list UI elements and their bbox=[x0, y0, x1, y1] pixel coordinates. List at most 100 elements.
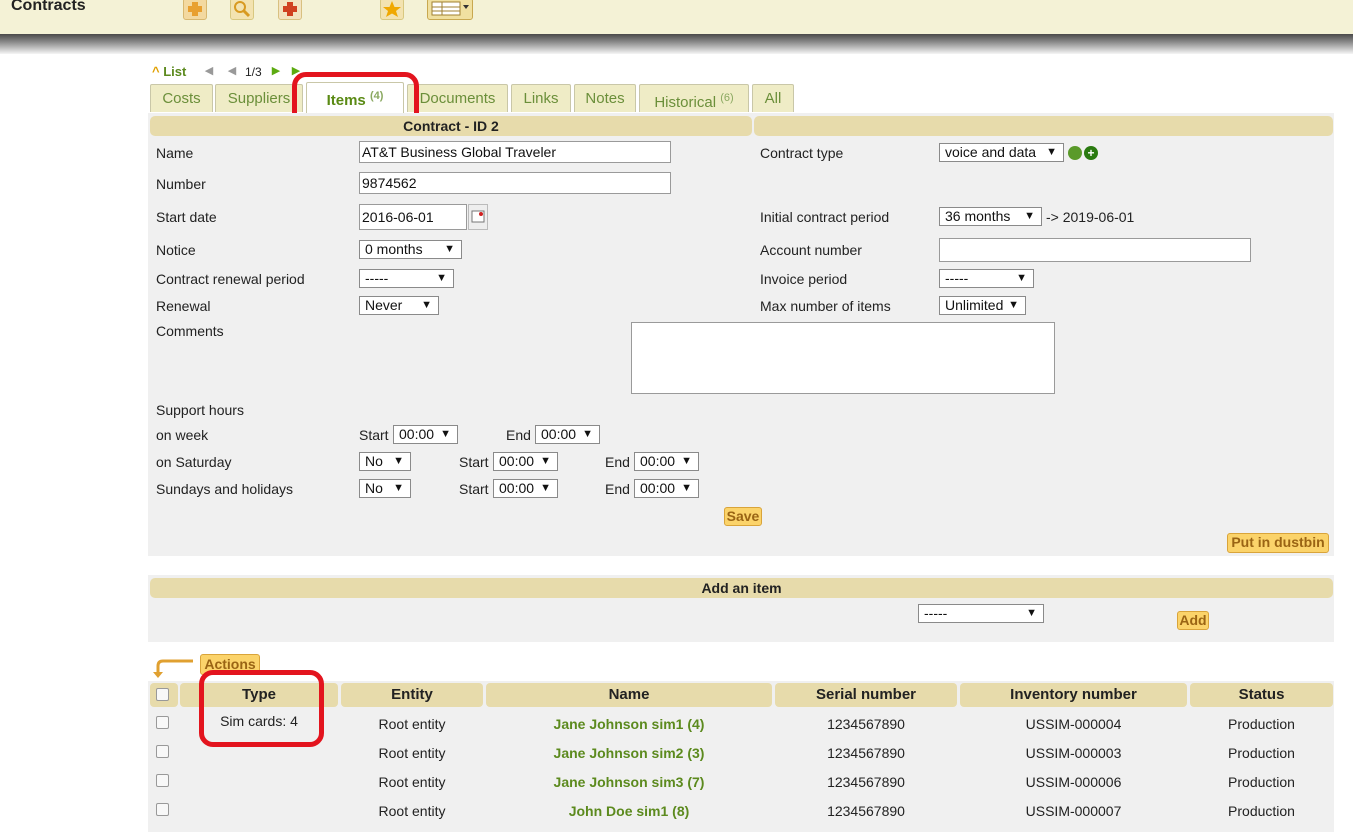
row-checkbox[interactable] bbox=[156, 745, 169, 758]
select-all-checkbox[interactable] bbox=[156, 688, 169, 701]
renewal-label: Renewal bbox=[156, 298, 211, 314]
item-name-link[interactable]: Jane Johnson sim2 (3) bbox=[486, 745, 772, 761]
status-cell: Production bbox=[1228, 745, 1295, 761]
inventory-cell: USSIM-000004 bbox=[1025, 716, 1122, 732]
tab-notes[interactable]: Notes bbox=[574, 84, 636, 112]
first-icon[interactable]: ◀ bbox=[203, 65, 215, 77]
status-cell: Production bbox=[1228, 774, 1295, 790]
save-button[interactable]: Save bbox=[724, 507, 762, 526]
number-label: Number bbox=[156, 176, 206, 192]
tab-historical[interactable]: Historical (6) bbox=[639, 84, 749, 112]
sunday-end-label: End bbox=[605, 481, 630, 497]
start-date-field[interactable]: 2016-06-01 bbox=[359, 204, 467, 230]
column-header-serial-number[interactable]: Serial number bbox=[775, 683, 957, 707]
renewal-select[interactable]: Never ▼ bbox=[359, 296, 439, 315]
serial-cell: 1234567890 bbox=[827, 803, 905, 819]
initial-period-select[interactable]: 36 months ▼ bbox=[939, 207, 1042, 226]
back-to-list[interactable]: ^ List bbox=[152, 64, 186, 79]
serial-cell: 1234567890 bbox=[827, 716, 905, 732]
entity-cell: Root entity bbox=[378, 716, 446, 732]
support-hours-label: Support hours bbox=[156, 402, 244, 418]
return-arrow-icon bbox=[153, 658, 195, 678]
next-icon[interactable]: ▶ bbox=[270, 65, 282, 77]
invoice-period-label: Invoice period bbox=[760, 271, 848, 287]
invoice-period-select[interactable]: ----- ▼ bbox=[939, 269, 1034, 288]
renewal-period-select[interactable]: ----- ▼ bbox=[359, 269, 454, 288]
saturday-start-select[interactable]: 00:00 ▼ bbox=[493, 452, 558, 471]
tab-documents[interactable]: Documents bbox=[407, 84, 508, 112]
column-header-name[interactable]: Name bbox=[486, 683, 772, 707]
notice-label: Notice bbox=[156, 242, 196, 258]
saturday-end-select[interactable]: 00:00 ▼ bbox=[634, 452, 699, 471]
tab-all[interactable]: All bbox=[752, 84, 794, 112]
up-arrow-icon: ^ bbox=[152, 64, 160, 79]
calendar-icon[interactable] bbox=[468, 204, 488, 230]
item-name-link[interactable]: Jane Johnson sim1 (4) bbox=[486, 716, 772, 732]
add-button[interactable]: Add bbox=[1177, 611, 1209, 630]
annotation-highlight bbox=[199, 670, 324, 747]
renewal-period-label: Contract renewal period bbox=[156, 271, 305, 287]
number-field[interactable]: 9874562 bbox=[359, 172, 671, 194]
template-icon[interactable] bbox=[278, 0, 302, 20]
row-checkbox[interactable] bbox=[156, 774, 169, 787]
entity-cell: Root entity bbox=[378, 774, 446, 790]
week-start-label: Start bbox=[359, 427, 389, 443]
initial-period-label: Initial contract period bbox=[760, 209, 890, 225]
add-icon[interactable] bbox=[183, 0, 207, 20]
inventory-cell: USSIM-000007 bbox=[1025, 803, 1122, 819]
app-title: Contracts bbox=[11, 0, 86, 14]
week-end-select[interactable]: 00:00 ▼ bbox=[535, 425, 600, 444]
tab-links[interactable]: Links bbox=[511, 84, 571, 112]
top-header: Contracts bbox=[0, 0, 1353, 34]
notice-select[interactable]: 0 months ▼ bbox=[359, 240, 462, 259]
inventory-cell: USSIM-000003 bbox=[1025, 745, 1122, 761]
previous-icon[interactable]: ◀ bbox=[226, 65, 238, 77]
initial-period-end: -> 2019-06-01 bbox=[1046, 209, 1135, 225]
item-name-link[interactable]: Jane Johnson sim3 (7) bbox=[486, 774, 772, 790]
week-end-label: End bbox=[506, 427, 531, 443]
form-header-right bbox=[754, 116, 1333, 136]
saturday-start-label: Start bbox=[459, 454, 489, 470]
column-header-inventory-number[interactable]: Inventory number bbox=[960, 683, 1187, 707]
sunday-end-select[interactable]: 00:00 ▼ bbox=[634, 479, 699, 498]
name-field[interactable]: AT&T Business Global Traveler bbox=[359, 141, 671, 163]
row-checkbox[interactable] bbox=[156, 716, 169, 729]
account-number-field[interactable] bbox=[939, 238, 1251, 262]
saturday-end-label: End bbox=[605, 454, 630, 470]
contract-type-label: Contract type bbox=[760, 145, 844, 161]
start-date-label: Start date bbox=[156, 209, 217, 225]
list-link[interactable]: List bbox=[163, 64, 186, 79]
on-saturday-label: on Saturday bbox=[156, 454, 232, 470]
status-cell: Production bbox=[1228, 716, 1295, 732]
entity-cell: Root entity bbox=[378, 745, 446, 761]
column-header-status[interactable]: Status bbox=[1190, 683, 1333, 707]
serial-cell: 1234567890 bbox=[827, 774, 905, 790]
star-icon[interactable] bbox=[380, 0, 404, 20]
serial-cell: 1234567890 bbox=[827, 745, 905, 761]
max-items-select[interactable]: Unlimited ▼ bbox=[939, 296, 1026, 315]
row-checkbox[interactable] bbox=[156, 803, 169, 816]
search-icon[interactable] bbox=[230, 0, 254, 20]
put-in-dustbin-button[interactable]: Put in dustbin bbox=[1227, 533, 1329, 553]
tab-suppliers[interactable]: Suppliers bbox=[215, 84, 303, 112]
status-cell: Production bbox=[1228, 803, 1295, 819]
saturday-enabled-select[interactable]: No ▼ bbox=[359, 452, 411, 471]
inventory-cell: USSIM-000006 bbox=[1025, 774, 1122, 790]
max-items-label: Max number of items bbox=[760, 298, 891, 314]
table-view-icon[interactable] bbox=[427, 0, 473, 20]
sunday-enabled-select[interactable]: No ▼ bbox=[359, 479, 411, 498]
tab-costs[interactable]: Costs bbox=[150, 84, 213, 112]
column-header-entity[interactable]: Entity bbox=[341, 683, 483, 707]
comments-textarea[interactable] bbox=[631, 322, 1055, 394]
search-icon[interactable] bbox=[1068, 146, 1082, 160]
header-shadow bbox=[0, 34, 1353, 54]
add-item-select[interactable]: ----- ▼ bbox=[918, 604, 1044, 623]
add-icon[interactable]: + bbox=[1084, 146, 1098, 160]
sunday-start-select[interactable]: 00:00 ▼ bbox=[493, 479, 558, 498]
add-item-header: Add an item bbox=[150, 578, 1333, 598]
item-name-link[interactable]: John Doe sim1 (8) bbox=[486, 803, 772, 819]
form-header: Contract - ID 2 bbox=[150, 116, 752, 136]
contract-type-select[interactable]: voice and data ▼ bbox=[939, 143, 1064, 162]
account-number-label: Account number bbox=[760, 242, 862, 258]
week-start-select[interactable]: 00:00 ▼ bbox=[393, 425, 458, 444]
